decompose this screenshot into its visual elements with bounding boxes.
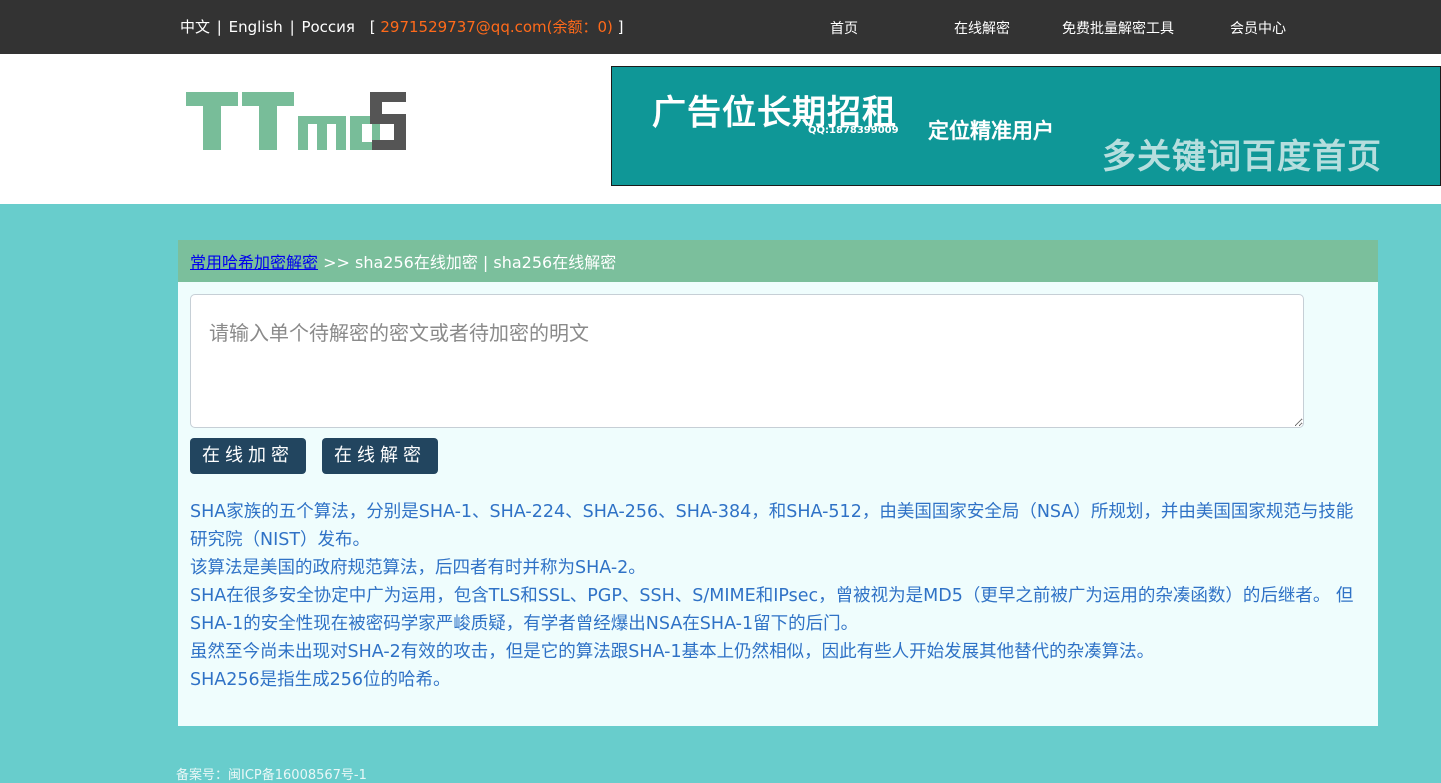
breadcrumb-common-hash-link[interactable]: 常用哈希加密解密 [190, 253, 318, 272]
description-paragraph: 该算法是美国的政府规范算法，后四者有时并称为SHA-2。 [190, 558, 646, 578]
ad-slogan: 多关键词百度首页 [1102, 137, 1382, 177]
hash-tool-panel: 常用哈希加密解密 >> sha256在线加密 | sha256在线解密 在线加密… [178, 240, 1378, 726]
hash-text-input[interactable] [190, 294, 1304, 428]
lang-chinese-link[interactable]: 中文 [180, 18, 210, 36]
online-decrypt-button[interactable]: 在线解密 [322, 438, 438, 474]
breadcrumb: 常用哈希加密解密 >> sha256在线加密 | sha256在线解密 [178, 240, 1378, 282]
account-bracket-open: [ [369, 18, 376, 36]
nav-member-center[interactable]: 会员中心 [1230, 18, 1286, 38]
nav-home[interactable]: 首页 [830, 18, 858, 38]
account-email-link[interactable]: 2971529737@qq.com(余额：0) [380, 18, 613, 36]
ttmd5-logo-graphic [186, 92, 406, 150]
description-paragraph: 虽然至今尚未出现对SHA-2有效的攻击，但是它的算法跟SHA-1基本上仍然相似，… [190, 642, 1155, 662]
ad-subline: 定位精准用户 [928, 119, 1054, 143]
online-encrypt-button[interactable]: 在线加密 [190, 438, 306, 474]
site-header: 广告位长期招租 QQ:1878399009 定位精准用户 多关键词百度首页 [0, 54, 1441, 204]
description-paragraph: SHA在很多安全协定中广为运用，包含TLS和SSL、PGP、SSH、S/MIME… [190, 586, 1354, 634]
site-logo[interactable] [186, 90, 408, 152]
lang-english-link[interactable]: English [229, 18, 283, 36]
nav-batch-decrypt-tool[interactable]: 免费批量解密工具 [1062, 18, 1174, 38]
lang-separator: | [289, 18, 295, 36]
sha-description: SHA家族的五个算法，分别是SHA-1、SHA-224、SHA-256、SHA-… [190, 498, 1370, 694]
lang-separator: | [216, 18, 222, 36]
description-paragraph: SHA家族的五个算法，分别是SHA-1、SHA-224、SHA-256、SHA-… [190, 502, 1354, 550]
language-switcher: 中文 | English | Россия [ 2971529737@qq.co… [180, 16, 624, 37]
description-paragraph: SHA256是指生成256位的哈希。 [190, 670, 451, 690]
ad-qq-number: QQ:1878399009 [808, 125, 899, 136]
nav-online-decrypt[interactable]: 在线解密 [954, 18, 1010, 38]
account-bracket-close: ] [617, 18, 624, 36]
ad-banner[interactable]: 广告位长期招租 QQ:1878399009 定位精准用户 多关键词百度首页 [611, 66, 1441, 186]
lang-russian-link[interactable]: Россия [301, 18, 355, 36]
breadcrumb-current: >> sha256在线加密 | sha256在线解密 [323, 253, 617, 272]
account-info: [ 2971529737@qq.com(余额：0) ] [370, 18, 624, 36]
top-bar: 中文 | English | Россия [ 2971529737@qq.co… [0, 0, 1441, 54]
